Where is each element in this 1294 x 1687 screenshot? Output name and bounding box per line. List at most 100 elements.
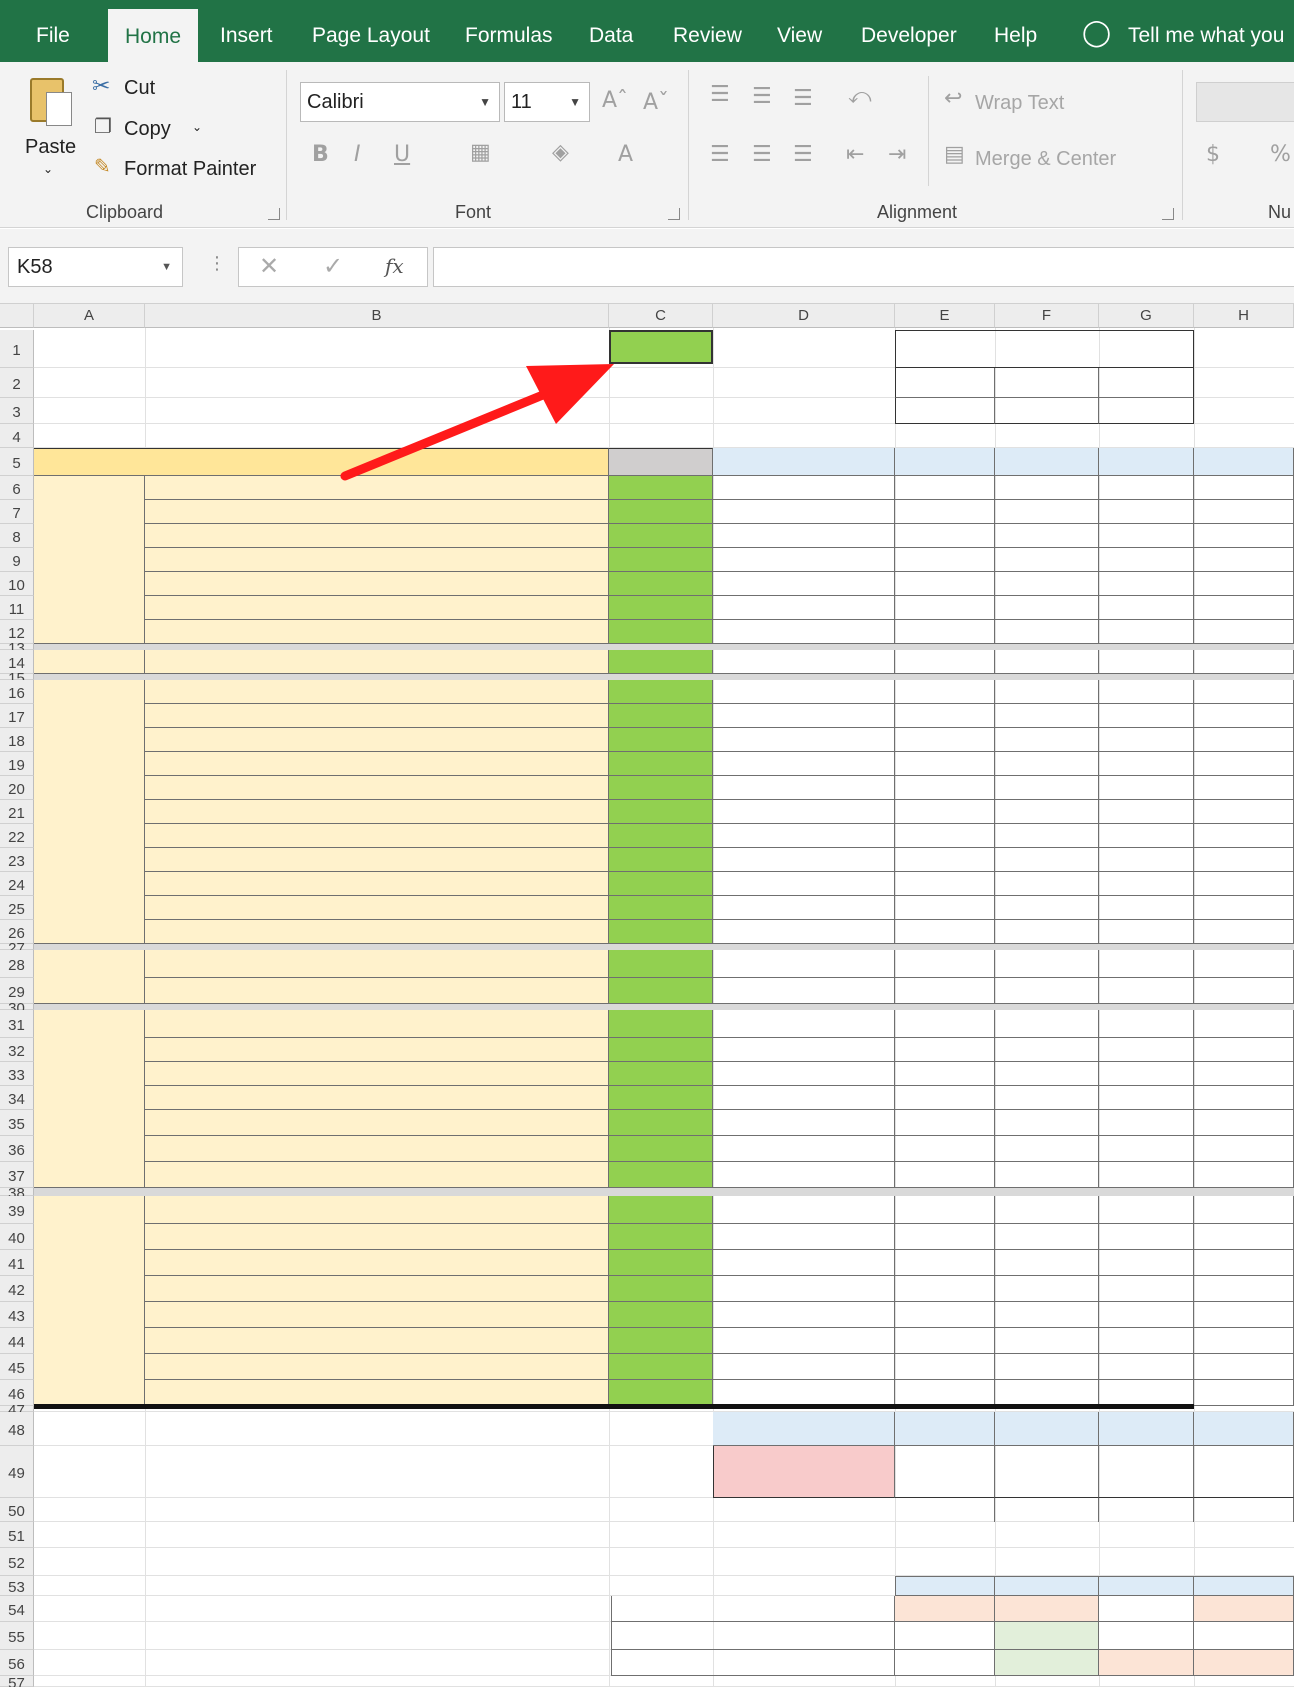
row-header[interactable]: 42: [0, 1276, 34, 1302]
percent-icon[interactable]: %: [1270, 142, 1291, 167]
copy-dropdown-icon[interactable]: ⌄: [192, 120, 202, 134]
row-header[interactable]: 31: [0, 1010, 34, 1038]
font-size-combo[interactable]: 11 ▼: [504, 82, 590, 122]
amount-input[interactable]: [609, 1062, 713, 1086]
merge-center-icon[interactable]: ▤: [944, 142, 965, 167]
tab-developer[interactable]: Developer: [861, 0, 957, 62]
amount-input[interactable]: [609, 476, 713, 500]
column-header-c[interactable]: C: [609, 304, 713, 328]
amount-input[interactable]: [609, 1010, 713, 1038]
row-header[interactable]: 20: [0, 776, 34, 800]
row-header[interactable]: 2: [0, 368, 34, 398]
formula-input[interactable]: [433, 247, 1294, 287]
bold-icon[interactable]: B: [312, 142, 329, 167]
row-header[interactable]: 54: [0, 1596, 34, 1622]
amount-input[interactable]: [609, 1110, 713, 1136]
lightbulb-icon[interactable]: ◯: [1082, 18, 1111, 48]
italic-icon[interactable]: I: [354, 142, 361, 167]
amount-input[interactable]: [609, 1196, 713, 1224]
borders-icon[interactable]: ▦: [470, 140, 491, 165]
amount-input[interactable]: [609, 548, 713, 572]
tab-view[interactable]: View: [777, 0, 822, 62]
amount-input[interactable]: [609, 752, 713, 776]
row-header[interactable]: 55: [0, 1622, 34, 1650]
row-header[interactable]: 7: [0, 500, 34, 524]
format-painter-icon[interactable]: ✎: [94, 154, 111, 178]
row-header[interactable]: 56: [0, 1650, 34, 1676]
amount-input[interactable]: [609, 1276, 713, 1302]
tell-me-search[interactable]: Tell me what you: [1128, 0, 1284, 62]
row-header[interactable]: 34: [0, 1086, 34, 1110]
tab-file[interactable]: File: [36, 0, 70, 62]
row-header[interactable]: 50: [0, 1498, 34, 1522]
paste-button[interactable]: Paste: [25, 136, 76, 159]
enter-icon[interactable]: ✓: [323, 252, 343, 281]
row-header[interactable]: 8: [0, 524, 34, 548]
select-all-corner[interactable]: [0, 304, 34, 328]
increase-indent-icon[interactable]: ⇥: [888, 142, 906, 167]
row-header[interactable]: 32: [0, 1038, 34, 1062]
paste-dropdown-icon[interactable]: ⌄: [43, 162, 53, 176]
amount-input[interactable]: [609, 1380, 713, 1406]
column-header-d[interactable]: D: [713, 304, 895, 328]
amount-input[interactable]: [609, 1162, 713, 1188]
amount-input[interactable]: [609, 572, 713, 596]
worksheet-grid[interactable]: A B C D E F G H 1 2 3 4 5 6 7 8 9 10 11 12 13 14 15 16 17 18 19 20 2…: [0, 304, 1294, 1687]
row-header[interactable]: 19: [0, 752, 34, 776]
cancel-icon[interactable]: ✕: [259, 252, 279, 281]
amount-input[interactable]: [609, 500, 713, 524]
number-format-combo[interactable]: [1196, 82, 1294, 122]
font-launcher-icon[interactable]: [668, 208, 680, 220]
amount-input[interactable]: [609, 650, 713, 674]
row-header[interactable]: 57: [0, 1676, 34, 1687]
amount-input[interactable]: [609, 1136, 713, 1162]
orientation-icon[interactable]: ⤺: [848, 84, 872, 109]
column-header-g[interactable]: G: [1099, 304, 1194, 328]
row-header[interactable]: 44: [0, 1328, 34, 1354]
row-header[interactable]: 45: [0, 1354, 34, 1380]
currency-icon[interactable]: $: [1206, 142, 1220, 167]
align-center-icon[interactable]: ☰: [752, 142, 772, 167]
row-header[interactable]: 17: [0, 704, 34, 728]
cut-button[interactable]: Cut: [124, 77, 155, 100]
column-header-f[interactable]: F: [995, 304, 1099, 328]
align-left-icon[interactable]: ☰: [710, 142, 730, 167]
amount-input[interactable]: [609, 620, 713, 644]
amount-input[interactable]: [609, 872, 713, 896]
decrease-indent-icon[interactable]: ⇤: [846, 142, 864, 167]
column-header-e[interactable]: E: [895, 304, 995, 328]
row-header[interactable]: 18: [0, 728, 34, 752]
row-header[interactable]: 4: [0, 424, 34, 448]
row-header[interactable]: 49: [0, 1446, 34, 1498]
row-header[interactable]: 24: [0, 872, 34, 896]
amount-input[interactable]: [609, 680, 713, 704]
row-header[interactable]: 21: [0, 800, 34, 824]
row-header[interactable]: 3: [0, 398, 34, 424]
copy-button[interactable]: Copy: [124, 118, 171, 141]
copy-icon[interactable]: ❐: [94, 114, 112, 138]
row-header[interactable]: 10: [0, 572, 34, 596]
merge-center-button[interactable]: Merge & Center: [975, 148, 1116, 171]
row-header[interactable]: 41: [0, 1250, 34, 1276]
column-header-h[interactable]: H: [1194, 304, 1294, 328]
amount-input[interactable]: [609, 1038, 713, 1062]
row-header[interactable]: 51: [0, 1522, 34, 1548]
row-header[interactable]: 23: [0, 848, 34, 872]
font-name-combo[interactable]: Calibri ▼: [300, 82, 500, 122]
align-middle-icon[interactable]: ☰: [752, 84, 772, 109]
format-painter-button[interactable]: Format Painter: [124, 158, 256, 181]
row-header[interactable]: 35: [0, 1110, 34, 1136]
column-header-b[interactable]: B: [145, 304, 609, 328]
amount-input[interactable]: [609, 728, 713, 752]
tab-home[interactable]: Home: [108, 9, 199, 62]
amount-input[interactable]: [609, 1250, 713, 1276]
row-header[interactable]: 11: [0, 596, 34, 620]
row-header[interactable]: 25: [0, 896, 34, 920]
amount-input[interactable]: [609, 824, 713, 848]
row-header[interactable]: 28: [0, 950, 34, 978]
row-header[interactable]: 1: [0, 330, 34, 368]
amount-input[interactable]: [609, 950, 713, 978]
decrease-font-size-icon[interactable]: Aˇ: [643, 90, 669, 115]
row-header[interactable]: 39: [0, 1196, 34, 1224]
row-header[interactable]: 5: [0, 448, 34, 476]
